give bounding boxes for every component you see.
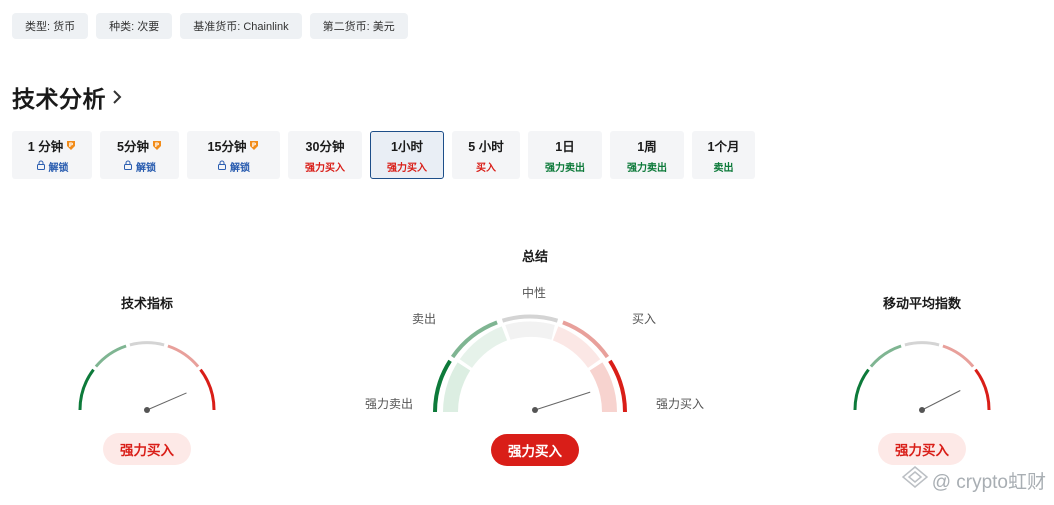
lock-icon: [217, 160, 227, 173]
chip-type: 类型: 货币: [12, 13, 89, 39]
tab-1month[interactable]: 1个月 卖出: [692, 131, 755, 179]
tab-label: 1日: [555, 140, 575, 154]
gauge-arc-neutral: [904, 341, 940, 347]
chevron-right-icon[interactable]: [112, 87, 126, 107]
result-badge-moving-averages: 强力买入: [878, 433, 966, 465]
tab-label: 1周: [637, 140, 657, 154]
tab-1hour[interactable]: 1小时 强力买入: [370, 131, 444, 179]
gauge-arc-sell: [869, 344, 902, 368]
watermark-text: @ crypto虹财: [931, 471, 1046, 493]
tab-5hour[interactable]: 5 小时 买入: [452, 131, 520, 179]
tab-label: 5分钟: [117, 140, 149, 154]
gauge-arc-sell: [94, 344, 127, 368]
gauge-needle-pivot: [919, 407, 925, 413]
gauge-needle: [534, 391, 591, 411]
label-strong-buy: 强力买入: [656, 397, 705, 411]
gauge-needle: [146, 392, 187, 411]
gauge-summary: [433, 314, 627, 413]
gauge-title-indicators: 技术指标: [120, 296, 173, 311]
timeframe-tabs: 1 分钟 P 解锁 5分钟 P 解锁 15分钟 P 解锁 30分钟 强力买入 1…: [12, 131, 755, 179]
gauge-arc-strong-buy: [199, 368, 216, 411]
lock-icon: [36, 160, 46, 173]
section-title[interactable]: 技术分析: [12, 80, 106, 114]
gauge-needle: [921, 390, 961, 411]
info-chips: 类型: 货币 种类: 次要 基准货币: Chainlink 第二货币: 美元: [12, 13, 408, 39]
tab-label: 1 分钟: [27, 140, 64, 154]
tab-signal: 强力买入: [387, 163, 427, 174]
svg-text:P: P: [252, 142, 257, 149]
tab-signal: 强力卖出: [545, 163, 585, 174]
premium-icon: P: [66, 140, 76, 151]
gauge-band-sell: [459, 326, 508, 368]
gauge-arc-buy: [942, 344, 975, 368]
result-badge-summary: 强力买入: [491, 434, 579, 466]
gauge-title-moving-averages: 移动平均指数: [882, 296, 961, 311]
gauge-moving-averages: [853, 341, 991, 413]
unlock-link[interactable]: 解锁: [136, 159, 156, 174]
gauge-arc-neutral: [501, 314, 559, 323]
tab-label: 1小时: [391, 140, 423, 154]
tab-1min[interactable]: 1 分钟 P 解锁: [12, 131, 92, 179]
tab-1day[interactable]: 1日 强力卖出: [528, 131, 602, 179]
gauge-arc-buy: [167, 344, 200, 368]
gauge-arc-neutral: [129, 341, 165, 347]
gauge-indicators: [78, 341, 216, 413]
unlock-link[interactable]: 解锁: [49, 159, 69, 174]
unlock-link[interactable]: 解锁: [230, 159, 250, 174]
gauge-arc-strong-sell: [853, 368, 870, 411]
watermark-logo-icon: [901, 466, 928, 494]
tab-5min[interactable]: 5分钟 P 解锁: [100, 131, 179, 179]
result-badge-indicators: 强力买入: [103, 433, 191, 465]
tab-30min[interactable]: 30分钟 强力买入: [288, 131, 362, 179]
tab-signal: 强力卖出: [627, 163, 667, 174]
gauge-band-buy: [552, 326, 601, 368]
gauge-arc-strong-sell: [78, 368, 95, 411]
tab-label: 1个月: [707, 140, 740, 154]
premium-icon: P: [152, 140, 162, 151]
premium-icon: P: [249, 140, 259, 151]
gauge-needle-pivot: [144, 407, 150, 413]
tab-1week[interactable]: 1周 强力卖出: [610, 131, 684, 179]
tab-signal: 买入: [476, 163, 496, 174]
tab-signal: 卖出: [713, 163, 734, 174]
lock-icon: [123, 160, 133, 173]
svg-text:P: P: [155, 142, 160, 149]
gauge-needle-pivot: [532, 407, 538, 413]
tab-label: 15分钟: [207, 140, 247, 154]
label-strong-sell: 强力卖出: [365, 397, 414, 411]
tab-label: 30分钟: [305, 140, 345, 154]
tab-15min[interactable]: 15分钟 P 解锁: [187, 131, 280, 179]
tab-signal: 强力买入: [305, 163, 345, 174]
chip-quote-currency: 第二货币: 美元: [309, 13, 408, 39]
watermark: @ crypto虹财: [901, 466, 1046, 494]
gauge-title-summary: 总结: [521, 249, 548, 264]
label-neutral: 中性: [522, 286, 547, 300]
chip-category: 种类: 次要: [96, 13, 173, 39]
chip-base-currency: 基准货币: Chainlink: [180, 13, 302, 39]
gauge-arc-strong-buy: [974, 368, 991, 411]
tab-label: 5 小时: [468, 140, 504, 154]
gauge-band-neutral: [505, 321, 555, 340]
section-header[interactable]: 技术分析: [12, 80, 126, 114]
svg-text:P: P: [69, 142, 74, 149]
